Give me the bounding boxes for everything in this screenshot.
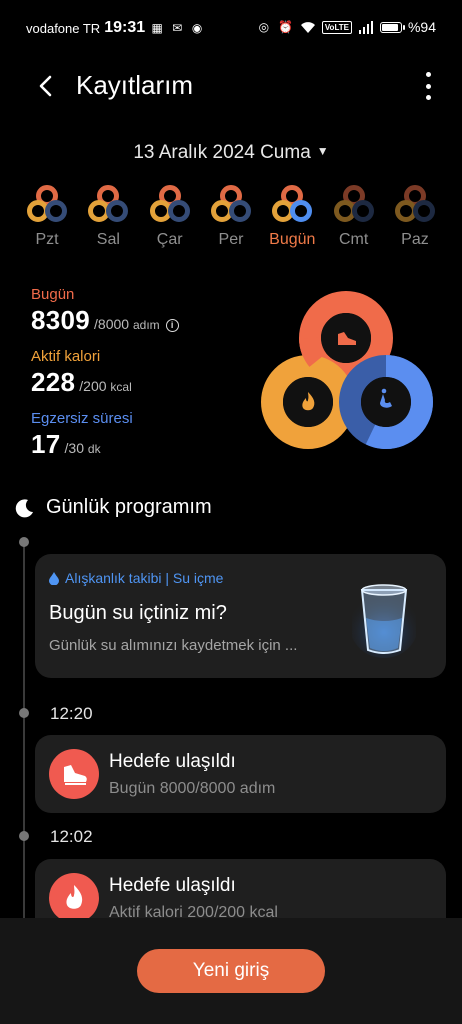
day-3[interactable]: Çar <box>141 183 199 249</box>
reminder-title: Bugün su içtiniz mi? <box>49 602 227 624</box>
timeline-dot <box>19 708 29 718</box>
mini-rings-icon <box>88 185 129 222</box>
entry-subtitle: Bugün 8000/8000 adım <box>109 780 276 797</box>
calories-value: 228 <box>31 367 76 397</box>
day-label: Çar <box>156 231 183 248</box>
entry-time: 12:20 <box>50 704 93 723</box>
app-header: Kayıtlarım <box>0 62 462 110</box>
goal-entry-card[interactable]: Hedefe ulaşıldı Bugün 8000/8000 adım <box>35 735 446 813</box>
chevron-left-icon <box>39 75 52 97</box>
mini-rings-icon <box>272 185 313 222</box>
exercise-label: Egzersiz süresi <box>31 410 133 427</box>
timeline-line <box>23 540 25 920</box>
timeline-dot <box>19 831 29 841</box>
mini-rings-icon <box>210 185 251 222</box>
bottom-action-bar: Yeni giriş <box>0 918 462 1024</box>
date-selector[interactable]: 13 Aralık 2024 Cuma ▼ <box>0 142 462 164</box>
new-entry-button[interactable]: Yeni giriş <box>137 949 325 993</box>
battery-icon <box>379 21 405 33</box>
habit-tag: Alışkanlık takibi | Su içme <box>49 570 223 586</box>
battery-percent: %94 <box>407 19 436 35</box>
day-label: Paz <box>401 231 429 248</box>
day-5[interactable]: Bugün <box>263 183 321 249</box>
volte-badge: VoLTE <box>321 20 352 34</box>
water-glass-icon <box>352 584 416 658</box>
entry-time: 12:02 <box>50 827 93 846</box>
info-icon[interactable]: i <box>165 318 179 332</box>
moon-icon <box>15 498 33 517</box>
mail-icon: ✉ <box>172 21 183 35</box>
activity-rings[interactable] <box>258 290 438 466</box>
water-drop-icon <box>49 571 59 585</box>
status-bar: vodafone TR 19:31 ▦ ✉ ◉ ◎ ⏰ VoLTE %94 <box>0 0 462 56</box>
eye-icon: ◎ <box>258 20 270 34</box>
steps-value: 8309 <box>31 305 91 335</box>
steps-label: Bugün <box>31 286 75 303</box>
exercise-value: 17 <box>31 429 61 459</box>
section-title-program: Günlük programım <box>14 496 212 519</box>
flame-badge-icon <box>49 873 99 923</box>
carrier-name: vodafone TR <box>26 20 101 36</box>
calories-goal: /200 kcal <box>79 378 132 394</box>
timeline-dot <box>19 537 29 547</box>
signal-icon <box>358 19 374 35</box>
activity-stats: Bugün 8309 /8000 adım i Aktif kalori 228… <box>31 286 261 472</box>
shoe-badge-icon <box>49 749 99 799</box>
steps-goal: /8000 adım <box>94 316 160 332</box>
day-label: Bugün <box>269 231 316 248</box>
entry-title: Hedefe ulaşıldı <box>109 751 236 772</box>
program-title: Günlük programım <box>46 496 212 518</box>
day-label: Sal <box>96 231 120 248</box>
day-6[interactable]: Cmt <box>325 183 383 249</box>
date-label: 13 Aralık 2024 Cuma <box>133 142 311 163</box>
more-options-button[interactable] <box>418 68 438 104</box>
mini-rings-icon <box>27 185 67 222</box>
alarm-icon: ⏰ <box>278 20 294 34</box>
entry-title: Hedefe ulaşıldı <box>109 875 236 896</box>
day-2[interactable]: Sal <box>79 183 137 249</box>
day-label: Cmt <box>338 231 369 248</box>
exercise-goal: /30 dk <box>64 440 101 456</box>
more-vertical-icon <box>425 72 431 77</box>
caret-down-icon: ▼ <box>316 144 329 158</box>
mini-rings-icon <box>333 185 374 222</box>
week-selector: Pzt Sal Çar Per Bugün Cmt Paz <box>18 183 444 249</box>
mini-rings-icon <box>394 185 435 222</box>
sim-icon: ▦ <box>151 21 163 35</box>
day-label: Per <box>218 231 244 248</box>
notification-icon: ◉ <box>191 21 203 35</box>
back-button[interactable] <box>28 66 68 106</box>
reminder-description: Günlük su alımınızı kaydetmek için ... <box>49 637 298 654</box>
day-label: Pzt <box>35 231 59 248</box>
status-time: 19:31 <box>104 19 146 36</box>
calories-label: Aktif kalori <box>31 348 101 365</box>
water-reminder-card[interactable]: Alışkanlık takibi | Su içme Bugün su içt… <box>35 554 446 678</box>
wifi-icon <box>300 19 316 35</box>
page-title: Kayıtlarım <box>76 70 194 100</box>
day-4[interactable]: Per <box>202 183 260 249</box>
day-7[interactable]: Paz <box>386 183 444 249</box>
day-1[interactable]: Pzt <box>18 183 76 249</box>
mini-rings-icon <box>149 185 190 222</box>
